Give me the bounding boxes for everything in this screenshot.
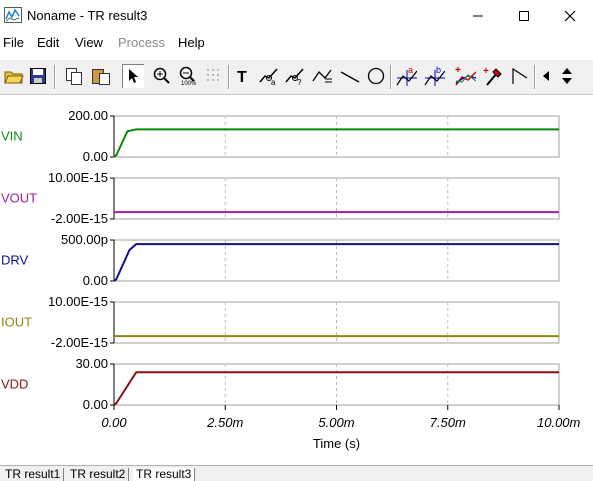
y-tick-label: -2.00E-15 <box>51 335 108 350</box>
zoom-in-icon[interactable] <box>151 64 173 88</box>
svg-text:b: b <box>436 65 441 75</box>
menu-bar: File Edit View Process Help <box>0 33 593 53</box>
text-icon[interactable]: T <box>232 64 254 88</box>
menu-view[interactable]: View <box>75 35 103 50</box>
x-tick-label: 0.00 <box>101 415 127 430</box>
series-label-drv: DRV <box>1 253 29 268</box>
line-icon[interactable] <box>339 64 361 88</box>
marker-a-icon[interactable]: a <box>395 64 417 88</box>
y-tick-label: 200.00 <box>68 108 108 123</box>
circle-icon[interactable] <box>365 64 387 88</box>
x-tick-label: 2.50m <box>206 415 243 430</box>
y-tick-label: 10.00E-15 <box>48 294 108 309</box>
window-title: Noname - TR result3 <box>27 8 148 23</box>
app-icon <box>4 7 22 28</box>
close-button[interactable] <box>547 0 593 32</box>
x-axis-label: Time (s) <box>313 436 360 451</box>
series-label-vin: VIN <box>1 129 23 144</box>
zoom-100-icon[interactable]: 100% <box>177 64 199 88</box>
x-tick-label: 10.00m <box>537 415 581 430</box>
title-bar: Noname - TR result3 <box>0 0 593 32</box>
waveform-icon[interactable] <box>509 64 531 88</box>
cursor-b-icon[interactable]: ? <box>284 64 306 88</box>
y-tick-label: 0.00 <box>83 273 108 288</box>
pointer-icon[interactable] <box>122 64 144 88</box>
svg-text:T: T <box>237 69 247 84</box>
maximize-button[interactable] <box>501 0 547 32</box>
open-icon[interactable] <box>3 64 25 88</box>
svg-text:?: ? <box>297 78 302 86</box>
paste-icon[interactable] <box>90 64 112 88</box>
tab-tr-result2[interactable]: TR result2 <box>67 468 130 481</box>
svg-text:+: + <box>483 66 489 77</box>
svg-text:a: a <box>408 65 413 75</box>
menu-process[interactable]: Process <box>118 35 165 50</box>
series-label-vdd: VDD <box>1 377 28 392</box>
y-tick-label: -2.00E-15 <box>51 211 108 226</box>
x-tick-label: 5.00m <box>318 415 354 430</box>
menu-edit[interactable]: Edit <box>37 35 59 50</box>
y-tick-label: 30.00 <box>75 356 108 371</box>
waveform-plots: 200.00 0.00 VIN 10.00E-15 -2.00E-15 VOUT 500.0… <box>1 108 581 451</box>
grid-icon[interactable] <box>203 64 225 88</box>
series-label-iout: IOUT <box>1 315 32 330</box>
minimize-button[interactable] <box>455 0 501 32</box>
y-tick-label: 0.00 <box>83 149 108 164</box>
x-tick-label: 7.50m <box>430 415 466 430</box>
save-icon[interactable] <box>27 64 49 88</box>
y-tick-label: 0.00 <box>83 397 108 412</box>
menu-file[interactable]: File <box>3 35 24 50</box>
y-tick-label: 500.00p <box>61 232 108 247</box>
result-tabs: TR result1 TR result2 TR result3 <box>0 465 593 481</box>
svg-text:a: a <box>271 78 276 86</box>
add-curve-icon[interactable]: + <box>454 64 476 88</box>
menu-help[interactable]: Help <box>178 35 205 50</box>
svg-text:+: + <box>455 65 461 76</box>
plot-area: 200.00 0.00 VIN 10.00E-15 -2.00E-15 VOUT 500.0… <box>0 95 593 465</box>
probe-icon[interactable]: + <box>482 64 504 88</box>
tab-tr-result3[interactable]: TR result3 <box>133 468 196 481</box>
marker-b-icon[interactable]: b <box>423 64 445 88</box>
curve-icon[interactable] <box>311 64 333 88</box>
svg-text:100%: 100% <box>181 81 197 86</box>
toolbar: 100% T a ? a b + + <box>0 60 593 95</box>
scroll-left-icon[interactable] <box>538 64 554 88</box>
copy-icon[interactable] <box>63 64 85 88</box>
y-tick-label: 10.00E-15 <box>48 170 108 185</box>
scroll-updown-icon[interactable] <box>558 64 576 88</box>
tab-tr-result1[interactable]: TR result1 <box>2 468 65 481</box>
cursor-a-icon[interactable]: a <box>258 64 280 88</box>
series-label-vout: VOUT <box>1 191 37 206</box>
